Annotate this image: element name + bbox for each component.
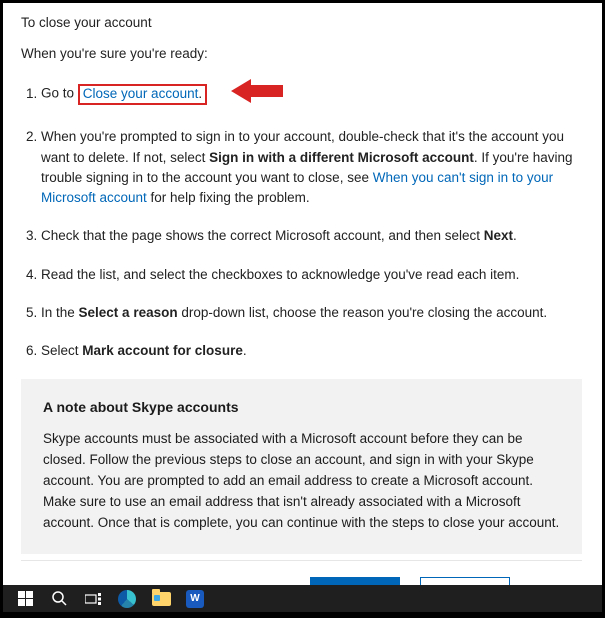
step-3: Check that the page shows the correct Mi… — [41, 226, 582, 246]
skype-note: A note about Skype accounts Skype accoun… — [21, 379, 582, 554]
word-button[interactable]: W — [179, 587, 211, 611]
close-account-highlight: Close your account. — [78, 84, 207, 105]
step-1-text-b: . — [198, 86, 202, 101]
ready-text: When you're sure you're ready: — [21, 46, 582, 61]
step-2-c: for help fixing the problem. — [147, 190, 310, 205]
taskbar: W — [3, 585, 602, 612]
step-2: When you're prompted to sign in to your … — [41, 127, 582, 208]
search-button[interactable] — [43, 587, 75, 611]
windows-icon — [18, 591, 33, 606]
step-5-bold: Select a reason — [79, 305, 178, 320]
step-1-text-a: Go to — [41, 86, 78, 101]
step-5-a: In the — [41, 305, 79, 320]
steps-list: Go to Close your account. When you're pr… — [21, 79, 582, 361]
edge-icon — [118, 590, 136, 608]
note-title: A note about Skype accounts — [43, 399, 560, 415]
task-view-button[interactable] — [77, 587, 109, 611]
step-3-a: Check that the page shows the correct Mi… — [41, 228, 484, 243]
step-4: Read the list, and select the checkboxes… — [41, 265, 582, 285]
folder-icon — [152, 592, 171, 606]
step-6-b: . — [243, 343, 247, 358]
step-5: In the Select a reason drop-down list, c… — [41, 303, 582, 323]
step-1: Go to Close your account. — [41, 79, 582, 109]
task-view-icon — [85, 593, 101, 605]
search-icon — [52, 591, 67, 606]
step-6: Select Mark account for closure. — [41, 341, 582, 361]
step-3-bold: Next — [484, 228, 513, 243]
step-6-bold: Mark account for closure — [82, 343, 243, 358]
page-heading: To close your account — [21, 15, 582, 30]
start-button[interactable] — [9, 587, 41, 611]
word-icon: W — [186, 590, 204, 608]
edge-button[interactable] — [111, 587, 143, 611]
step-2-bold1: Sign in with a different Microsoft accou… — [209, 150, 474, 165]
close-account-link[interactable]: Close your account — [83, 86, 199, 101]
step-6-a: Select — [41, 343, 82, 358]
step-5-b: drop-down list, choose the reason you're… — [178, 305, 548, 320]
note-body: Skype accounts must be associated with a… — [43, 429, 560, 534]
step-3-b: . — [513, 228, 517, 243]
red-arrow-icon — [231, 79, 283, 109]
file-explorer-button[interactable] — [145, 587, 177, 611]
